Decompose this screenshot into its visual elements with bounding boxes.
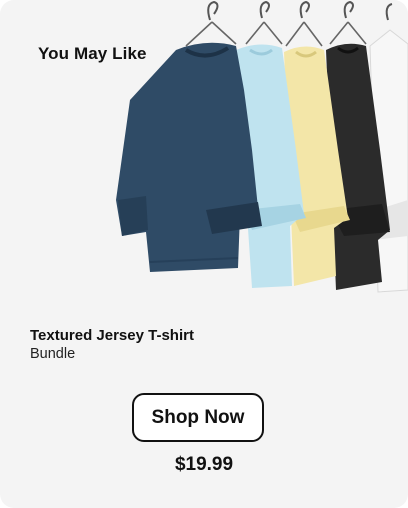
navy-tshirt	[116, 0, 262, 272]
product-name[interactable]: Textured Jersey T-shirt	[30, 327, 194, 344]
shop-now-button[interactable]: Shop Now	[132, 393, 264, 442]
product-subtitle: Bundle	[30, 346, 76, 362]
product-card[interactable]: You May Like Textured Jersey T-shirt Bun…	[0, 0, 408, 508]
product-price: $19.99	[174, 454, 234, 475]
section-title: You May Like	[38, 44, 147, 63]
